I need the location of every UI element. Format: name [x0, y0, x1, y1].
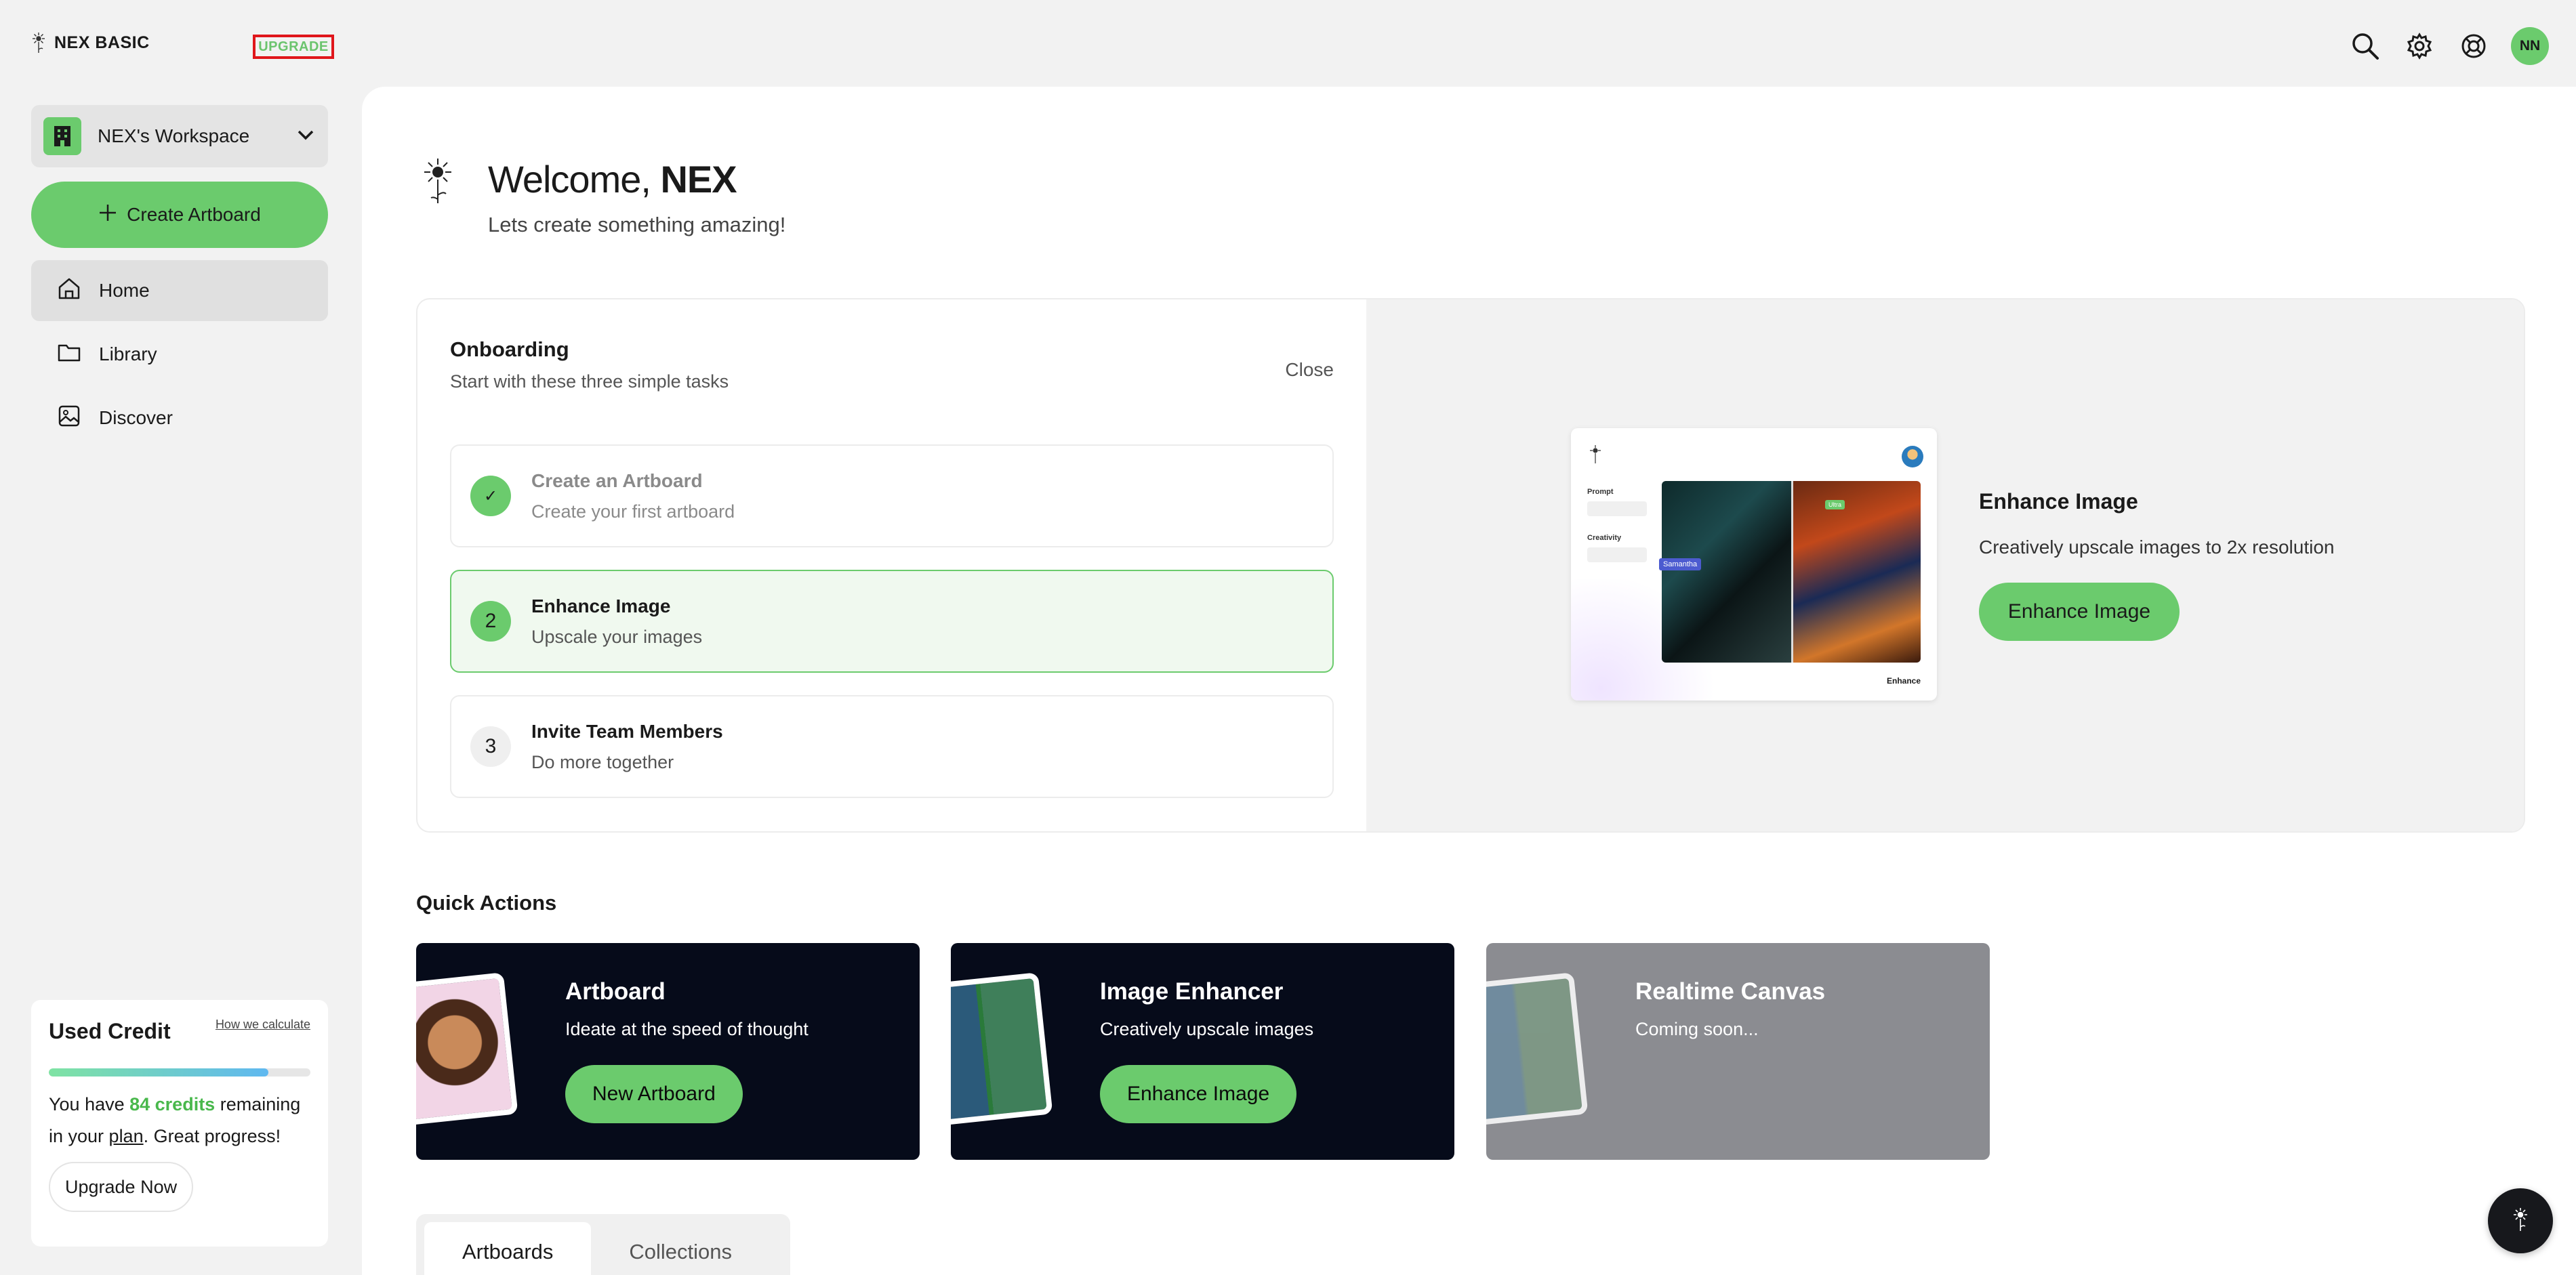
onboarding-panel: Onboarding Start with these three simple… — [416, 298, 2525, 833]
sidebar-item-label: Discover — [99, 407, 173, 428]
enhance-image-quick-button[interactable]: Enhance Image — [1100, 1065, 1297, 1123]
sidebar-item-home[interactable]: Home — [31, 260, 328, 321]
welcome-username: NEX — [660, 158, 737, 201]
brand-name: NEX BASIC — [54, 33, 150, 52]
preview-footer: Enhance — [1886, 676, 1921, 686]
quick-actions-heading: Quick Actions — [416, 891, 557, 915]
welcome-subtitle: Lets create something amazing! — [488, 213, 786, 236]
checkmark-icon: ✓ — [470, 476, 511, 516]
quick-action-realtime-canvas: Realtime Canvas Coming soon... — [1486, 943, 1990, 1160]
flower-logo-icon — [30, 31, 47, 54]
credit-progress-fill — [49, 1068, 269, 1077]
upgrade-now-button[interactable]: Upgrade Now — [49, 1162, 194, 1212]
how-we-calculate-link[interactable]: How we calculate — [216, 1018, 310, 1032]
brand[interactable]: NEX BASIC — [30, 31, 150, 54]
task-title: Invite Team Members — [531, 720, 723, 742]
main-panel: Welcome, NEX Lets create something amazi… — [362, 87, 2576, 1275]
quick-action-title: Image Enhancer — [1100, 978, 1284, 1005]
task-title: Create an Artboard — [531, 469, 703, 491]
task-desc: Do more together — [531, 751, 674, 772]
onboarding-feature: Prompt Creativity Samantha Ultra Enhance… — [1366, 299, 2524, 831]
building-icon — [43, 117, 81, 155]
sidebar-item-label: Library — [99, 343, 157, 364]
credit-progress-bar — [49, 1068, 310, 1077]
workspace-name: NEX's Workspace — [98, 125, 250, 146]
preview-label: Prompt — [1587, 488, 1614, 496]
content-tabs: Artboards Collections — [416, 1214, 790, 1275]
flower-logo-icon — [2512, 1207, 2529, 1236]
quick-action-image-enhancer[interactable]: Image Enhancer Creatively upscale images… — [951, 943, 1454, 1160]
create-artboard-label: Create Artboard — [127, 204, 261, 225]
credit-count: 84 credits — [129, 1094, 216, 1114]
preview-label: Creativity — [1587, 534, 1622, 542]
quick-action-artboard[interactable]: Artboard Ideate at the speed of thought … — [416, 943, 920, 1160]
credit-text-part: . Great progress! — [143, 1126, 281, 1146]
quick-action-title: Realtime Canvas — [1635, 978, 1826, 1005]
onboarding-title: Onboarding — [450, 337, 569, 361]
onboarding-tasks: Onboarding Start with these three simple… — [417, 299, 1366, 831]
top-actions: NN — [2348, 27, 2549, 65]
feature-desc: Creatively upscale images to 2x resoluti… — [1979, 537, 2335, 558]
preview-avatar — [1902, 446, 1923, 467]
enhancer-thumbnail — [951, 972, 1053, 1127]
plus-icon — [98, 203, 117, 227]
sidebar-item-library[interactable]: Library — [31, 324, 328, 385]
workspace-selector[interactable]: NEX's Workspace — [31, 105, 328, 167]
task-enhance-image[interactable]: 2 Enhance Image Upscale your images — [450, 570, 1334, 673]
create-artboard-button[interactable]: Create Artboard — [31, 182, 328, 248]
credit-text-part: in your — [49, 1126, 109, 1146]
credit-text-part: remaining — [215, 1094, 301, 1114]
feature-title: Enhance Image — [1979, 489, 2138, 514]
flower-logo-icon — [420, 157, 455, 209]
onboarding-subtitle: Start with these three simple tasks — [450, 371, 729, 392]
task-title: Enhance Image — [531, 595, 671, 616]
flower-logo-icon — [1589, 444, 1602, 468]
preview-tag: Samantha — [1659, 558, 1702, 570]
plan-link[interactable]: plan — [109, 1126, 144, 1146]
chevron-down-icon — [295, 128, 316, 145]
task-number-badge: 3 — [470, 726, 511, 767]
task-desc: Upscale your images — [531, 626, 703, 647]
credit-text: You have 84 credits remaining in your pl… — [49, 1089, 310, 1152]
assistant-fab-button[interactable] — [2488, 1188, 2553, 1253]
task-number-badge: 2 — [470, 601, 511, 642]
tab-collections[interactable]: Collections — [591, 1222, 770, 1275]
quick-action-desc: Ideate at the speed of thought — [565, 1019, 809, 1039]
help-lifebuoy-icon[interactable] — [2457, 29, 2491, 63]
task-invite-team[interactable]: 3 Invite Team Members Do more together — [450, 695, 1334, 798]
welcome-title: Welcome, NEX — [488, 157, 737, 201]
preview-tag: Ultra — [1825, 500, 1845, 509]
tab-artboards[interactable]: Artboards — [424, 1222, 592, 1275]
quick-action-title: Artboard — [565, 978, 666, 1005]
sidebar-item-discover[interactable]: Discover — [31, 388, 328, 448]
enhance-preview-image: Prompt Creativity Samantha Ultra Enhance — [1571, 428, 1937, 701]
quick-action-desc: Coming soon... — [1635, 1019, 1759, 1039]
gear-icon[interactable] — [2403, 29, 2436, 63]
credit-text-part: You have — [49, 1094, 130, 1114]
user-avatar[interactable]: NN — [2511, 27, 2549, 65]
image-icon — [57, 404, 81, 433]
folder-icon — [57, 340, 81, 369]
sidebar-item-label: Home — [99, 280, 150, 301]
artboard-thumbnail — [416, 972, 518, 1127]
upgrade-link[interactable]: UPGRADE — [253, 35, 334, 59]
enhance-image-button[interactable]: Enhance Image — [1979, 583, 2180, 641]
canvas-thumbnail — [1486, 972, 1589, 1127]
welcome-greeting: Welcome, — [488, 158, 661, 201]
task-create-artboard[interactable]: ✓ Create an Artboard Create your first a… — [450, 444, 1334, 547]
task-desc: Create your first artboard — [531, 501, 735, 522]
quick-action-desc: Creatively upscale images — [1100, 1019, 1314, 1039]
onboarding-close-button[interactable]: Close — [1285, 359, 1334, 381]
search-icon[interactable] — [2348, 29, 2382, 63]
new-artboard-button[interactable]: New Artboard — [565, 1065, 743, 1123]
home-icon — [57, 276, 81, 306]
used-credit-card: Used Credit How we calculate You have 84… — [31, 1000, 328, 1247]
